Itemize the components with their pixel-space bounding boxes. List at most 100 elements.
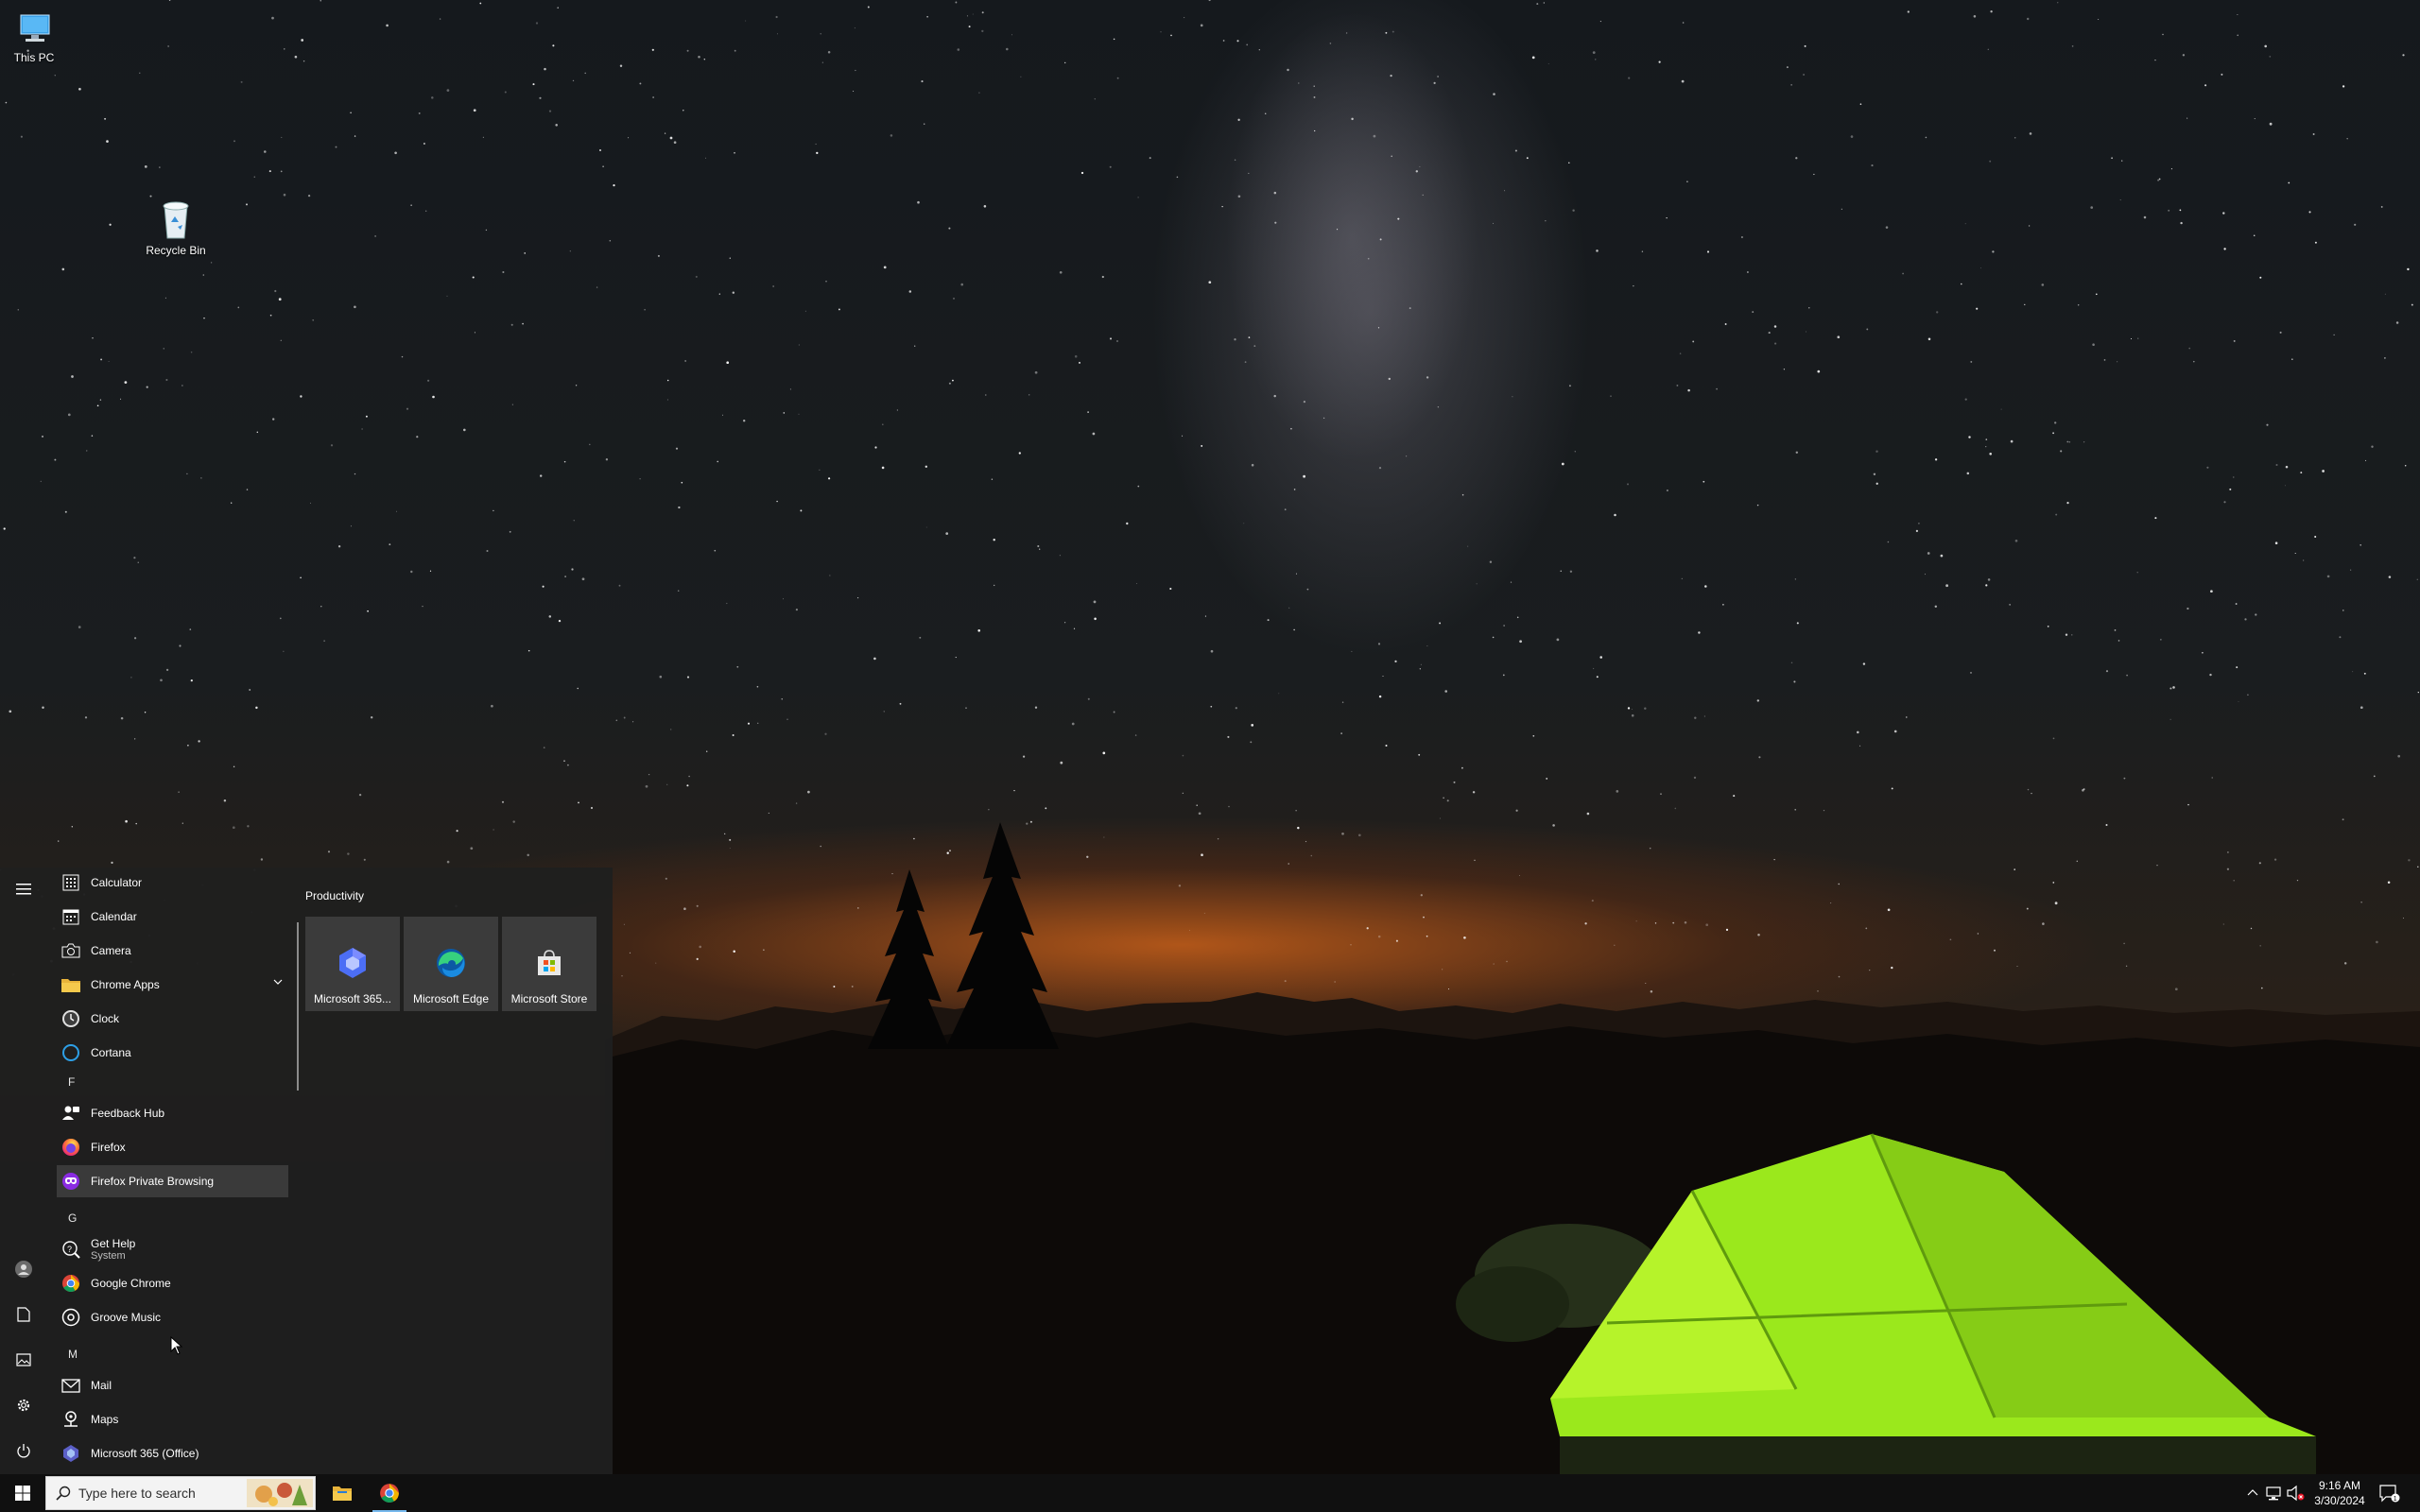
search-box[interactable] <box>45 1476 316 1510</box>
desktop-icon-label: Recycle Bin <box>146 244 206 257</box>
chrome-icon <box>62 1275 79 1293</box>
calendar-icon <box>62 909 79 925</box>
chevron-down-icon[interactable] <box>273 978 283 986</box>
calculator-icon <box>62 874 79 891</box>
private-browsing-icon <box>62 1173 79 1190</box>
desktop-icon-this-pc[interactable]: This PC <box>0 9 86 64</box>
camera-icon <box>61 943 80 958</box>
settings-button[interactable] <box>0 1383 47 1427</box>
taskbar-file-explorer[interactable] <box>320 1474 365 1512</box>
tiles-area: Productivity Microsoft 365... Microsoft … <box>299 868 613 1474</box>
app-label: Mail <box>91 1379 112 1392</box>
groove-music-icon <box>61 1308 80 1327</box>
picture-icon <box>16 1353 31 1366</box>
power-button[interactable] <box>0 1429 47 1472</box>
app-firefox[interactable]: Firefox <box>57 1131 288 1163</box>
app-camera[interactable]: Camera <box>57 935 288 967</box>
clock-date: 3/30/2024 <box>2314 1494 2365 1507</box>
app-cortana[interactable]: Cortana <box>57 1037 288 1069</box>
taskbar: 9:16 AM 3/30/2024 1 <box>0 1474 2420 1512</box>
app-calculator[interactable]: Calculator <box>57 868 288 899</box>
app-calendar[interactable]: Calendar <box>57 901 288 933</box>
file-explorer-icon <box>333 1486 352 1501</box>
app-sublabel: System <box>91 1250 126 1262</box>
expand-menu-button[interactable] <box>0 868 47 911</box>
app-label: Camera <box>91 944 131 957</box>
document-icon <box>17 1307 30 1322</box>
microsoft-365-icon <box>339 948 366 978</box>
windows-logo-icon <box>15 1486 30 1501</box>
app-label: Calculator <box>91 876 143 889</box>
desktop-icon-recycle-bin[interactable]: Recycle Bin <box>124 198 228 257</box>
clock-icon <box>62 1010 79 1027</box>
action-center-notification-icon[interactable]: 1 <box>2378 1484 2401 1503</box>
app-feedback-hub[interactable]: Feedback Hub <box>57 1097 288 1129</box>
tile-group-title[interactable]: Productivity <box>305 889 364 902</box>
app-label: Clock <box>91 1012 120 1025</box>
documents-button[interactable] <box>0 1293 47 1336</box>
desktop-icon-label: This PC <box>13 51 55 64</box>
clock-time: 9:16 AM <box>2318 1479 2361 1492</box>
app-google-chrome[interactable]: Google Chrome <box>57 1267 288 1299</box>
app-label: Get Help <box>91 1237 136 1250</box>
letter-header-g[interactable]: G <box>68 1211 77 1225</box>
app-label: Calendar <box>91 910 137 923</box>
firefox-icon <box>62 1139 79 1156</box>
account-button[interactable] <box>0 1247 47 1291</box>
taskbar-clock[interactable]: 9:16 AM 3/30/2024 <box>2307 1478 2373 1508</box>
app-get-help[interactable]: ? Get Help System <box>57 1233 288 1265</box>
gear-icon <box>17 1399 30 1412</box>
app-label: Firefox <box>91 1141 126 1154</box>
microsoft-365-icon <box>63 1445 78 1462</box>
app-maps[interactable]: Maps <box>57 1403 288 1435</box>
app-chrome-apps-folder[interactable]: Chrome Apps <box>57 969 288 1001</box>
app-label: Chrome Apps <box>91 978 160 991</box>
tile-label: Microsoft Edge <box>412 992 490 1005</box>
letter-header-m[interactable]: M <box>68 1348 78 1361</box>
app-list: Calculator Calendar Camera Chrome Apps C… <box>47 868 295 1474</box>
cortana-icon <box>62 1044 79 1061</box>
taskbar-google-chrome[interactable] <box>367 1474 412 1512</box>
store-icon <box>538 950 561 975</box>
folder-icon <box>61 979 80 992</box>
app-label: Google Chrome <box>91 1277 171 1290</box>
letter-header-f[interactable]: F <box>68 1075 75 1089</box>
app-label: Cortana <box>91 1046 131 1059</box>
app-groove-music[interactable]: Groove Music <box>57 1301 288 1333</box>
app-mail[interactable]: Mail <box>57 1369 288 1401</box>
start-button[interactable] <box>0 1474 45 1512</box>
svg-text:?: ? <box>67 1245 72 1254</box>
app-clock[interactable]: Clock <box>57 1003 288 1035</box>
search-icon <box>56 1486 71 1501</box>
mail-icon <box>61 1379 80 1393</box>
hamburger-icon <box>16 884 31 895</box>
app-label: Feedback Hub <box>91 1107 165 1120</box>
svg-text:1: 1 <box>2394 1496 2397 1503</box>
tile-microsoft-store[interactable]: Microsoft Store <box>502 917 596 1011</box>
network-icon[interactable] <box>2265 1484 2284 1503</box>
pictures-button[interactable] <box>0 1338 47 1382</box>
search-input[interactable] <box>78 1486 239 1501</box>
app-microsoft-365[interactable]: Microsoft 365 (Office) <box>57 1437 288 1469</box>
start-menu: Calculator Calendar Camera Chrome Apps C… <box>0 868 613 1474</box>
tile-microsoft-365[interactable]: Microsoft 365... <box>305 917 400 1011</box>
recycle-bin-icon <box>163 201 189 239</box>
mouse-cursor <box>170 1336 183 1355</box>
app-label: Firefox Private Browsing <box>91 1175 215 1188</box>
volume-muted-icon[interactable] <box>2286 1484 2307 1503</box>
power-icon <box>17 1444 30 1458</box>
user-avatar-icon <box>15 1261 32 1278</box>
edge-icon <box>437 949 465 978</box>
app-label: Microsoft 365 (Office) <box>91 1447 199 1460</box>
search-highlight-art[interactable] <box>247 1479 313 1507</box>
tile-label: Microsoft Store <box>510 992 588 1005</box>
show-hidden-icons-chevron-icon[interactable] <box>2246 1484 2259 1503</box>
start-rail <box>0 868 47 1474</box>
app-firefox-private-browsing[interactable]: Firefox Private Browsing <box>57 1165 288 1197</box>
app-label: Maps <box>91 1413 119 1426</box>
feedback-hub-icon <box>62 1106 79 1120</box>
tile-label: Microsoft 365... <box>313 992 392 1005</box>
tile-microsoft-edge[interactable]: Microsoft Edge <box>404 917 498 1011</box>
computer-icon <box>20 14 50 42</box>
chrome-icon <box>380 1484 399 1503</box>
